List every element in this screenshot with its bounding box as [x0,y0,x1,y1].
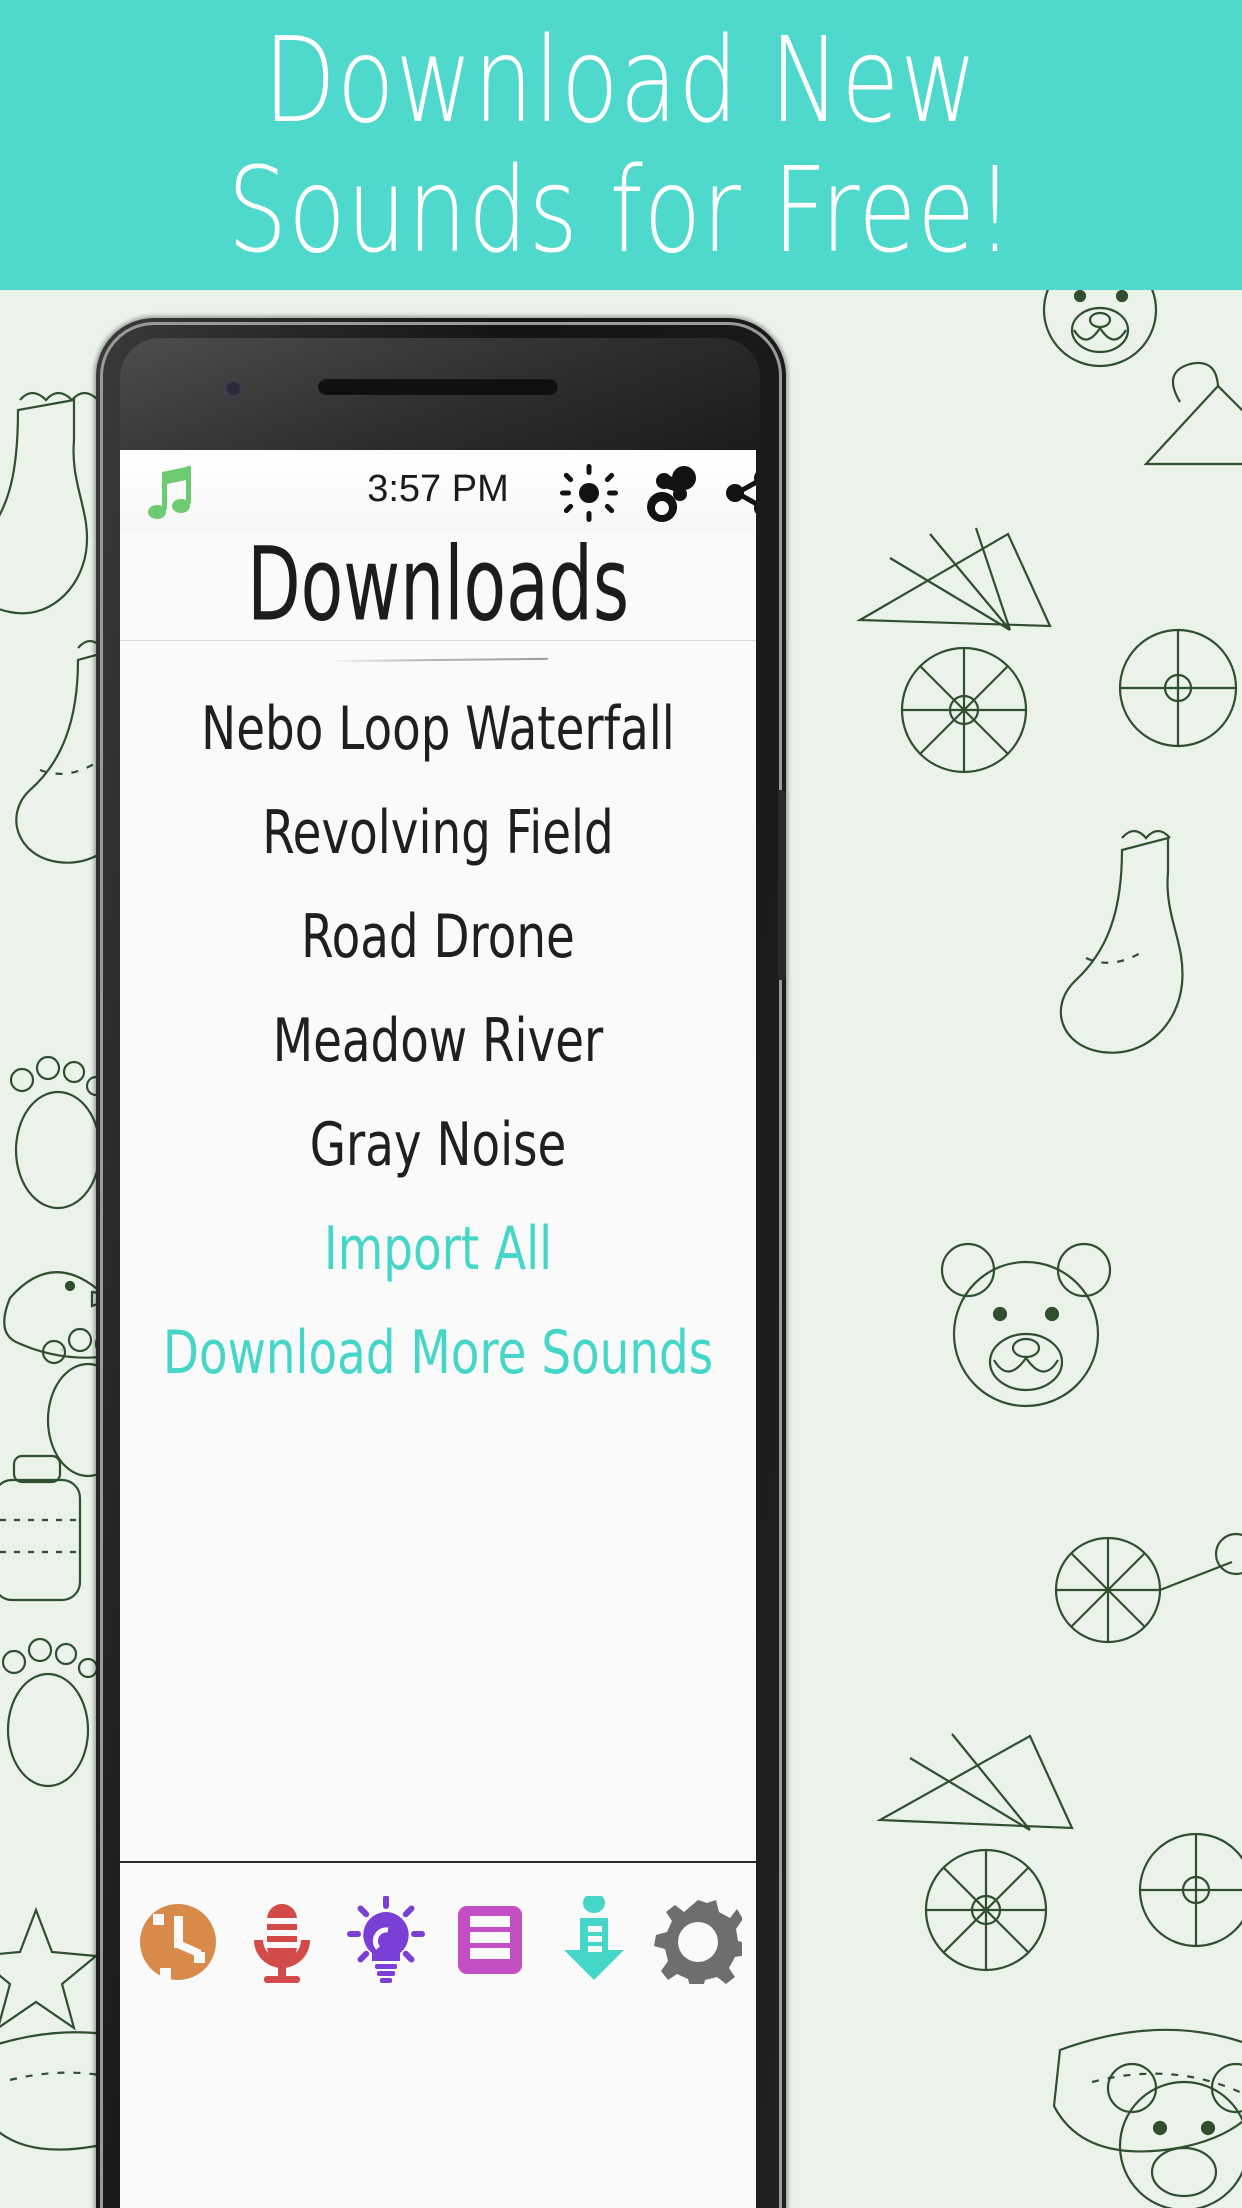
playlist-tab[interactable] [444,1887,536,1997]
doodle-bear-2 [940,1242,1112,1408]
doodle-footprint-1 [9,1055,107,1210]
doodle-bottle [0,1454,82,1602]
promo-headline-line1: Download New [263,11,979,149]
doodle-stroller-1 [856,527,1238,774]
volume-button[interactable] [778,790,786,980]
lightbulb-icon [342,1894,430,1989]
promo-headline-line2: Sounds for Free! [227,141,1015,279]
doodle-rattle [1054,1532,1242,1644]
doodle-sock-1 [0,391,99,615]
phone-screen: 3:57 PM Downloads Nebo Loop Waterfall Re… [120,450,756,2208]
promo-banner: Download New Sounds for Free! [0,0,1242,290]
playlist-icon [446,1896,534,1989]
list-item-sound[interactable]: Revolving Field [190,781,686,885]
doodle-sock-3 [1059,829,1184,1054]
brightness-icon[interactable] [560,464,618,527]
page-title: Downloads [246,526,629,645]
status-bar: 3:57 PM [120,450,756,532]
doodle-blanket-right [1052,2028,1242,2153]
downloads-tab[interactable] [548,1887,640,1997]
pacifier-icon[interactable] [640,464,698,527]
download-icon [550,1892,638,1989]
bottom-toolbar [120,1861,756,2021]
list-item-sound[interactable]: Road Drone [190,885,686,989]
record-tab[interactable] [236,1887,328,1997]
doodle-footprint-3 [1,1637,99,1788]
list-item-sound[interactable]: Gray Noise [190,1093,686,1197]
doodle-stroller-2 [876,1733,1242,1972]
downloads-list: Nebo Loop Waterfall Revolving Field Road… [120,641,756,2021]
earpiece-speaker [318,378,558,395]
doodle-star [0,1906,99,2031]
settings-tab[interactable] [652,1887,749,1997]
import-all-link[interactable]: Import All [190,1197,686,1301]
settings-gear-icon [654,1896,749,1991]
share-icon[interactable] [720,464,756,527]
timer-clock-icon [134,1896,222,1989]
list-item-sound[interactable]: Meadow River [190,989,686,1093]
scroll-indicator [327,657,549,663]
night-light-tab[interactable] [340,1887,432,1997]
timer-tab[interactable] [132,1887,224,1997]
front-camera-icon [225,380,242,397]
microphone-icon [238,1896,326,1989]
list-item-sound[interactable]: Nebo Loop Waterfall [190,677,686,781]
download-more-sounds-link[interactable]: Download More Sounds [163,1301,713,1405]
doodle-bear-1 [1042,290,1158,368]
app-header: Downloads [120,532,756,641]
doodle-hanger [1143,361,1242,466]
